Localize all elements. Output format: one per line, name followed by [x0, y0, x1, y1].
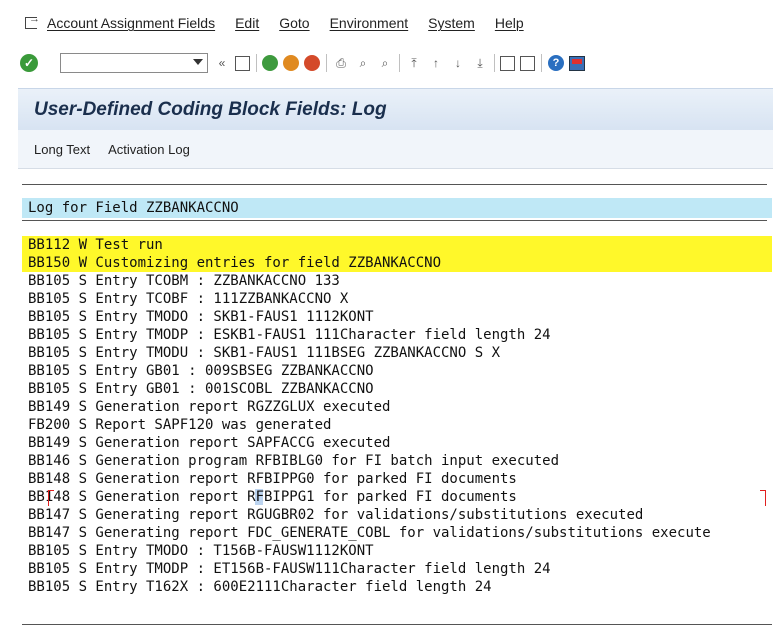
log-row[interactable]: BB146 S Generation program RFBIBLG0 for …	[22, 452, 772, 470]
find-next-icon[interactable]: ⌕	[377, 55, 393, 71]
previous-page-icon[interactable]: ↑	[428, 55, 444, 71]
log-row-text: FB200 S Report SAPF120 was generated	[28, 417, 332, 433]
exit-menu-icon[interactable]	[25, 13, 40, 30]
log-row-text: BB105 S Entry TCOBF : 111ZZBANKACCNO X	[28, 291, 349, 307]
first-page-icon[interactable]: ⤒	[406, 55, 422, 71]
toolbar-separator	[399, 54, 400, 72]
long-text-button[interactable]: Long Text	[34, 142, 90, 157]
scroll-left-icon[interactable]: «	[214, 55, 230, 71]
layout-icon[interactable]	[569, 55, 585, 71]
title-bar: User-Defined Coding Block Fields: Log	[18, 88, 773, 131]
help-icon[interactable]: ?	[548, 55, 564, 71]
enter-icon[interactable]: ✓	[20, 54, 38, 72]
log-row[interactable]: BB148 S Generation report RFBIPPG0 for p…	[22, 470, 772, 488]
log-row[interactable]: BB105 S Entry TMODO : T156B-FAUSW1112KON…	[22, 542, 772, 560]
log-row[interactable]: BB147 S Generating report FDC_GENERATE_C…	[22, 524, 772, 542]
menu-bar: Account Assignment Fields Edit Goto Envi…	[0, 0, 773, 46]
log-row[interactable]: BB148 S Generation report RFBIPPG1 for p…	[22, 488, 772, 506]
log-row-text: BB112 W Test run	[28, 237, 163, 253]
log-row[interactable]: BB105 S Entry TCOBM : ZZBANKACCNO 133	[22, 272, 772, 290]
log-row[interactable]: BB105 S Entry TMODO : SKB1-FAUS1 1112KON…	[22, 308, 772, 326]
log-rows: BB112 W Test run BB150 W Customizing entr…	[22, 236, 772, 596]
menu-system[interactable]: System	[428, 15, 475, 31]
log-row-text: BB146 S Generation program RFBIBLG0 for …	[28, 453, 560, 469]
menu-account-assignment-fields[interactable]: Account Assignment Fields	[47, 15, 215, 31]
activation-log-button[interactable]: Activation Log	[108, 142, 190, 157]
toolbar-separator	[256, 54, 257, 72]
menu-edit[interactable]: Edit	[235, 15, 259, 31]
last-page-icon[interactable]: ⤓	[472, 55, 488, 71]
log-row[interactable]: FB200 S Report SAPF120 was generated	[22, 416, 772, 434]
save-icon[interactable]	[235, 55, 250, 71]
log-row-text: BB150 W Customizing entries for field ZZ…	[28, 255, 442, 271]
next-page-icon[interactable]: ↓	[450, 55, 466, 71]
new-session-icon[interactable]	[500, 55, 515, 71]
log-row-text: BB105 S Entry GB01 : 009SBSEG ZZBANKACCN…	[28, 363, 374, 379]
log-row-text: BB105 S Entry GB01 : 001SCOBL ZZBANKACCN…	[28, 381, 374, 397]
log-row[interactable]: BB149 S Generation report RGZZGLUX execu…	[22, 398, 772, 416]
standard-toolbar: ✓ « ⎙ ⌕ ⌕ ⤒ ↑ ↓ ⤓ ?	[0, 46, 773, 80]
log-row-text: BB148 S Generation report RFBIPPG1 for p…	[28, 489, 517, 505]
shortcut-icon[interactable]	[520, 55, 535, 71]
log-row[interactable]: BB105 S Entry TMODP : ET156B-FAUSW111Cha…	[22, 560, 772, 578]
log-row-text: BB105 S Entry TMODP : ESKB1-FAUS1 111Cha…	[28, 327, 551, 343]
menu-goto[interactable]: Goto	[279, 15, 309, 31]
log-row-text: BB147 S Generating report FDC_GENERATE_C…	[28, 525, 711, 541]
log-row-text: BB105 S Entry TMODO : SKB1-FAUS1 1112KON…	[28, 309, 374, 325]
back-icon[interactable]	[262, 55, 278, 71]
application-toolbar: Long Text Activation Log	[18, 130, 773, 169]
menu-help[interactable]: Help	[495, 15, 524, 31]
log-header: Log for Field ZZBANKACCNO	[22, 198, 772, 218]
log-row-text: BB105 S Entry TMODU : SKB1-FAUS1 111BSEG…	[28, 345, 501, 361]
log-row-text: BB105 S Entry TCOBM : ZZBANKACCNO 133	[28, 273, 340, 289]
selection-bracket-icon	[760, 498, 766, 506]
toolbar-separator	[541, 54, 542, 72]
log-row-text: BB148 S Generation report RFBIPPG0 for p…	[28, 471, 517, 487]
page-title: User-Defined Coding Block Fields: Log	[34, 99, 387, 120]
log-row-text: BB105 S Entry TMODO : T156B-FAUSW1112KON…	[28, 543, 374, 559]
log-row-text: BB105 S Entry T162X : 600E2111Character …	[28, 579, 492, 595]
log-row[interactable]: BB112 W Test run	[22, 236, 772, 254]
toolbar-separator	[494, 54, 495, 72]
toolbar-separator	[326, 54, 327, 72]
exit-icon[interactable]	[283, 55, 299, 71]
divider	[22, 184, 767, 185]
find-icon[interactable]: ⌕	[355, 55, 371, 71]
divider	[22, 624, 772, 625]
log-row[interactable]: BB105 S Entry T162X : 600E2111Character …	[22, 578, 772, 596]
log-row[interactable]: BB150 W Customizing entries for field ZZ…	[22, 254, 772, 272]
log-row-text: BB147 S Generating report RGUGBR02 for v…	[28, 507, 644, 523]
print-icon[interactable]: ⎙	[333, 55, 349, 71]
log-row[interactable]: BB105 S Entry TMODU : SKB1-FAUS1 111BSEG…	[22, 344, 772, 362]
log-row[interactable]: BB105 S Entry GB01 : 001SCOBL ZZBANKACCN…	[22, 380, 772, 398]
log-row-text: BB105 S Entry TMODP : ET156B-FAUSW111Cha…	[28, 561, 551, 577]
command-field[interactable]	[60, 53, 208, 73]
log-row[interactable]: BB105 S Entry TMODP : ESKB1-FAUS1 111Cha…	[22, 326, 772, 344]
log-row[interactable]: BB105 S Entry TCOBF : 111ZZBANKACCNO X	[22, 290, 772, 308]
log-row[interactable]: BB147 S Generating report RGUGBR02 for v…	[22, 506, 772, 524]
divider	[22, 220, 767, 221]
log-row[interactable]: BB149 S Generation report SAPFACCG execu…	[22, 434, 772, 452]
log-row-text: BB149 S Generation report RGZZGLUX execu…	[28, 399, 391, 415]
cancel-icon[interactable]	[304, 55, 320, 71]
log-row-text: BB149 S Generation report SAPFACCG execu…	[28, 435, 391, 451]
selection-bracket-icon	[48, 498, 54, 506]
log-area: Log for Field ZZBANKACCNO BB112 W Test r…	[18, 180, 773, 628]
log-row[interactable]: BB105 S Entry GB01 : 009SBSEG ZZBANKACCN…	[22, 362, 772, 380]
chevron-down-icon[interactable]	[193, 59, 203, 65]
menu-environment[interactable]: Environment	[330, 15, 409, 31]
